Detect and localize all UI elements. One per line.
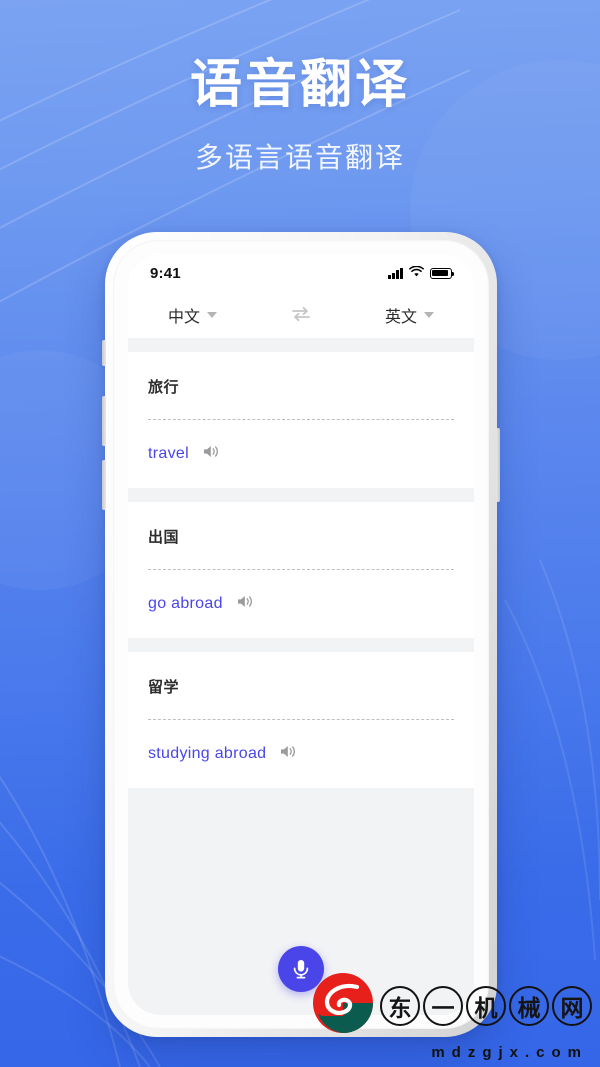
- mute-switch-button[interactable]: [102, 340, 106, 366]
- translation-row: studying abroad: [148, 720, 454, 788]
- page-title: 语音翻译: [189, 56, 410, 114]
- chevron-down-icon: [424, 312, 434, 318]
- language-toolbar: 中文 英文: [128, 292, 474, 338]
- dongyi-logo-icon: [310, 970, 376, 1041]
- target-text: go abroad: [148, 595, 223, 612]
- source-text: 出国: [148, 529, 180, 546]
- list-spacer: [128, 488, 474, 502]
- watermark-char: 一: [423, 985, 463, 1026]
- chevron-down-icon: [207, 312, 218, 318]
- status-bar: 9:41: [128, 254, 474, 292]
- signal-bars-icon: [388, 267, 403, 279]
- watermark: 东 一 机 械 网 mdzgjx.com: [310, 970, 592, 1061]
- source-text: 留学: [148, 679, 180, 696]
- volume-up-button[interactable]: [102, 396, 106, 446]
- translation-card[interactable]: 出国 go abroad: [128, 502, 474, 638]
- status-bar-time: 9:41: [150, 264, 181, 282]
- battery-icon: [430, 267, 455, 279]
- watermark-row: 东 一 机 械 网: [310, 970, 592, 1041]
- hero-section: 语音翻译 多语言语音翻译: [0, 0, 600, 176]
- phone-screen: 9:41 中文 英文 旅行 travel 出国 go abroad 留学 stu…: [128, 254, 474, 1015]
- target-language-label: 英文: [384, 309, 417, 326]
- microphone-icon: [293, 960, 309, 979]
- list-spacer: [128, 638, 474, 652]
- phone-mockup: 9:41 中文 英文 旅行 travel 出国 go abroad 留学 stu…: [102, 232, 500, 1037]
- translation-row: go abroad: [148, 570, 454, 638]
- translation-list[interactable]: 旅行 travel 出国 go abroad 留学 studying abroa…: [128, 338, 474, 923]
- target-text: travel: [148, 445, 189, 462]
- source-text: 旅行: [148, 379, 180, 396]
- speaker-icon[interactable]: [237, 594, 255, 614]
- translation-card[interactable]: 旅行 travel: [128, 352, 474, 488]
- target-language-selector[interactable]: 英文: [385, 303, 434, 327]
- list-spacer: [128, 338, 474, 352]
- watermark-url: mdzgjx.com: [431, 1044, 588, 1061]
- phone-bezel: 9:41 中文 英文 旅行 travel 出国 go abroad 留学 stu…: [113, 240, 489, 1029]
- speaker-icon[interactable]: [280, 744, 298, 764]
- watermark-char: 网: [552, 985, 592, 1026]
- watermark-char: 东: [380, 985, 420, 1026]
- power-button[interactable]: [496, 428, 500, 502]
- volume-down-button[interactable]: [102, 460, 106, 510]
- speaker-icon[interactable]: [203, 444, 221, 464]
- target-text: studying abroad: [148, 745, 267, 762]
- page-subtitle: 多语言语音翻译: [194, 141, 405, 173]
- source-language-label: 中文: [168, 309, 201, 326]
- watermark-characters: 东 一 机 械 网: [380, 985, 592, 1026]
- watermark-char: 械: [509, 985, 549, 1026]
- translation-row: travel: [148, 420, 454, 488]
- swap-languages-button[interactable]: [290, 306, 312, 325]
- watermark-char: 机: [466, 985, 506, 1026]
- source-language-selector[interactable]: 中文: [168, 303, 218, 327]
- status-bar-icons: [388, 264, 455, 282]
- translation-card[interactable]: 留学 studying abroad: [128, 652, 474, 788]
- wifi-icon: [409, 264, 424, 282]
